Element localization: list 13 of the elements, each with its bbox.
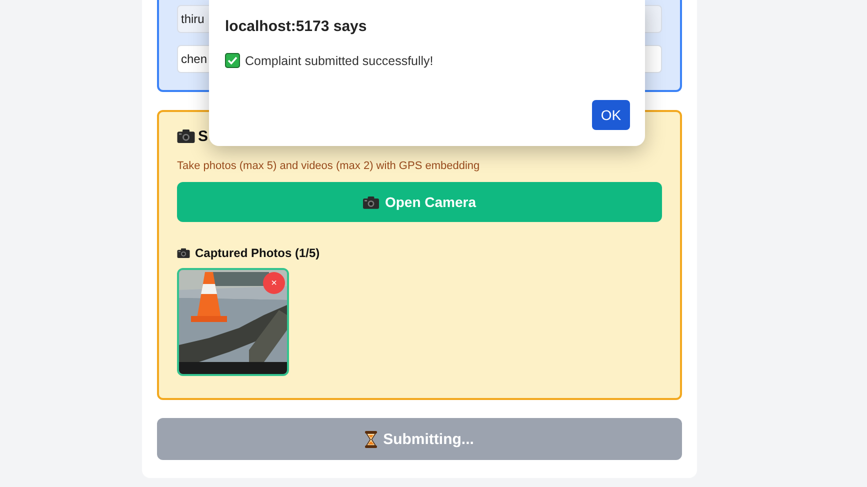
ok-button[interactable]: OK xyxy=(592,100,630,130)
dialog-title: localhost:5173 says xyxy=(225,18,368,35)
camera-icon xyxy=(362,196,379,208)
hint-text: Take photos (max 5) and videos (max 2) with GPS embedding xyxy=(177,160,480,172)
check-icon xyxy=(225,53,240,68)
photo-thumbnail[interactable]: × xyxy=(177,268,289,376)
dialog-message: Complaint submitted successfully! xyxy=(245,54,434,68)
camera-icon xyxy=(177,248,190,258)
open-camera-button[interactable]: Open Camera xyxy=(177,182,662,222)
section-heading: S xyxy=(198,128,208,144)
hourglass-icon xyxy=(365,430,378,448)
captured-label: Captured Photos (1/5) xyxy=(195,246,320,260)
camera-icon xyxy=(177,129,195,143)
